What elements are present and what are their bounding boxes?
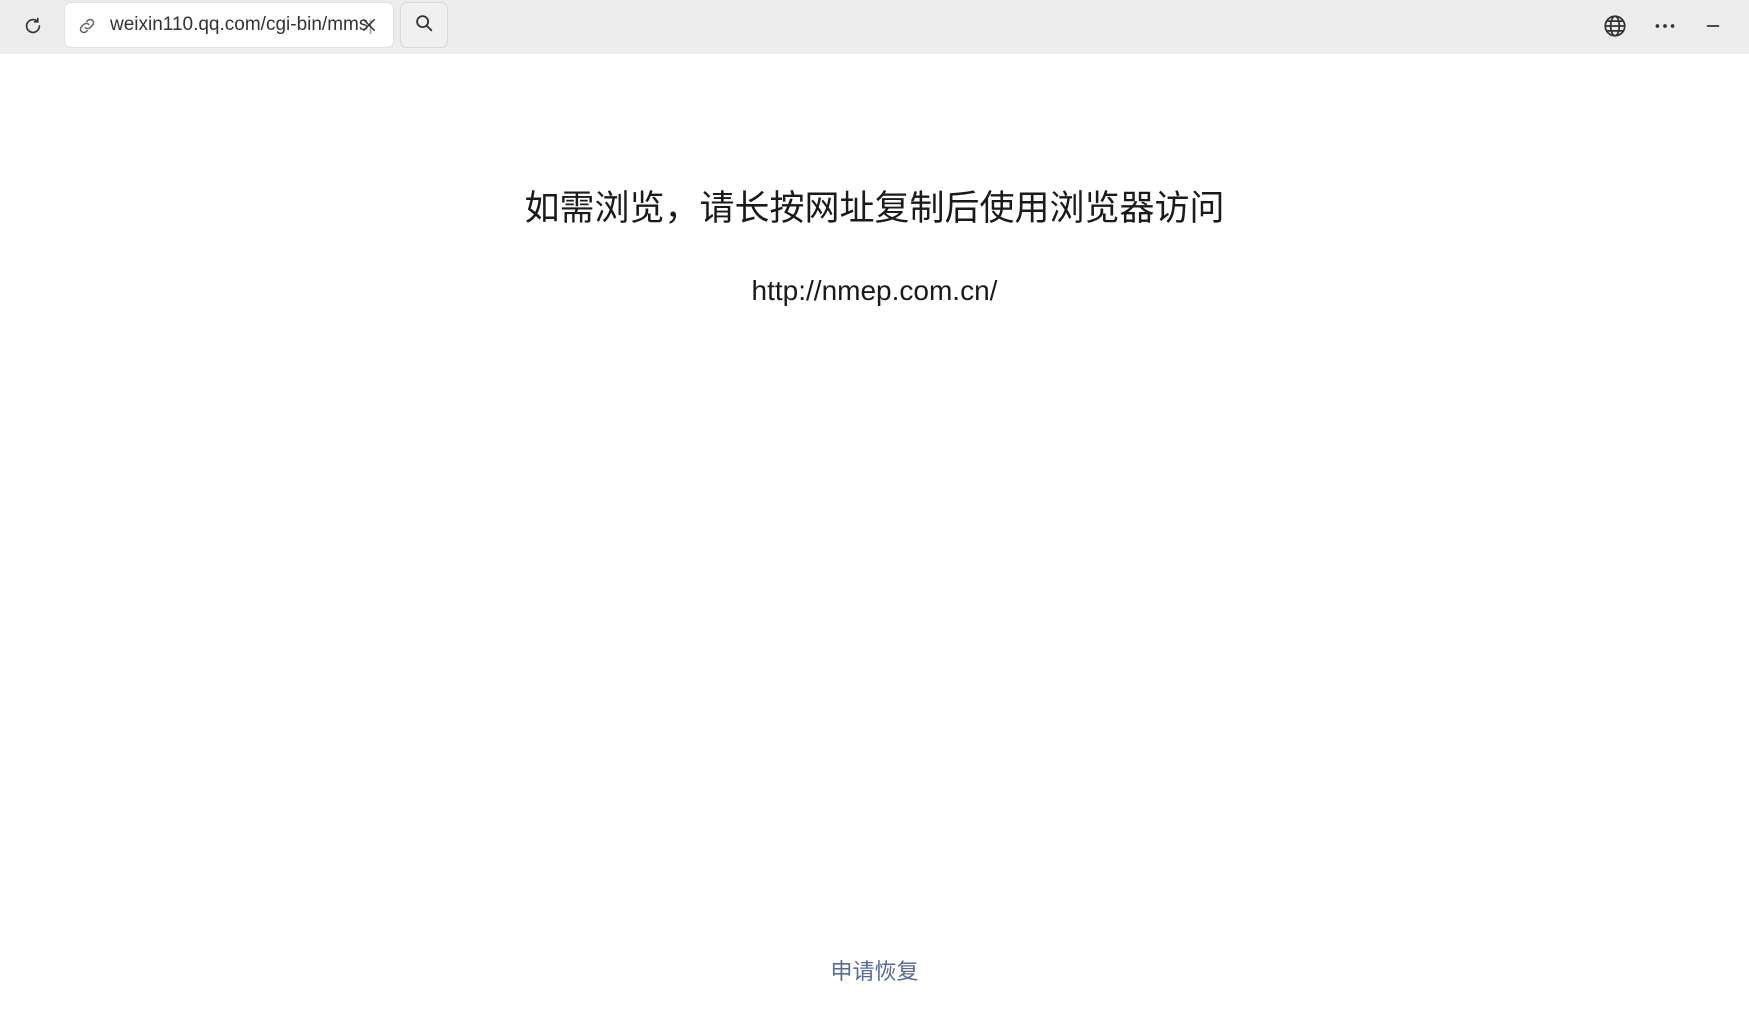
browser-toolbar: weixin110.qq.com/cgi-bin/mmspamsupport-b… [0, 0, 1749, 54]
globe-icon[interactable] [1596, 7, 1634, 45]
more-icon[interactable] [1646, 7, 1684, 45]
minimize-icon[interactable] [1694, 7, 1732, 45]
appeal-link[interactable]: 申请恢复 [0, 954, 1749, 986]
reload-icon[interactable] [14, 7, 52, 45]
page-content: 如需浏览，请长按网址复制后使用浏览器访问 http://nmep.com.cn/… [0, 54, 1749, 1014]
page-title: 如需浏览，请长按网址复制后使用浏览器访问 [524, 189, 1225, 228]
address-bar[interactable]: weixin110.qq.com/cgi-bin/mmspamsupport-b… [65, 3, 412, 47]
search-button[interactable] [401, 3, 447, 47]
close-icon[interactable] [354, 10, 384, 40]
link-icon [77, 16, 97, 36]
search-icon [413, 12, 435, 39]
blocked-url[interactable]: http://nmep.com.cn/ [0, 275, 1749, 307]
